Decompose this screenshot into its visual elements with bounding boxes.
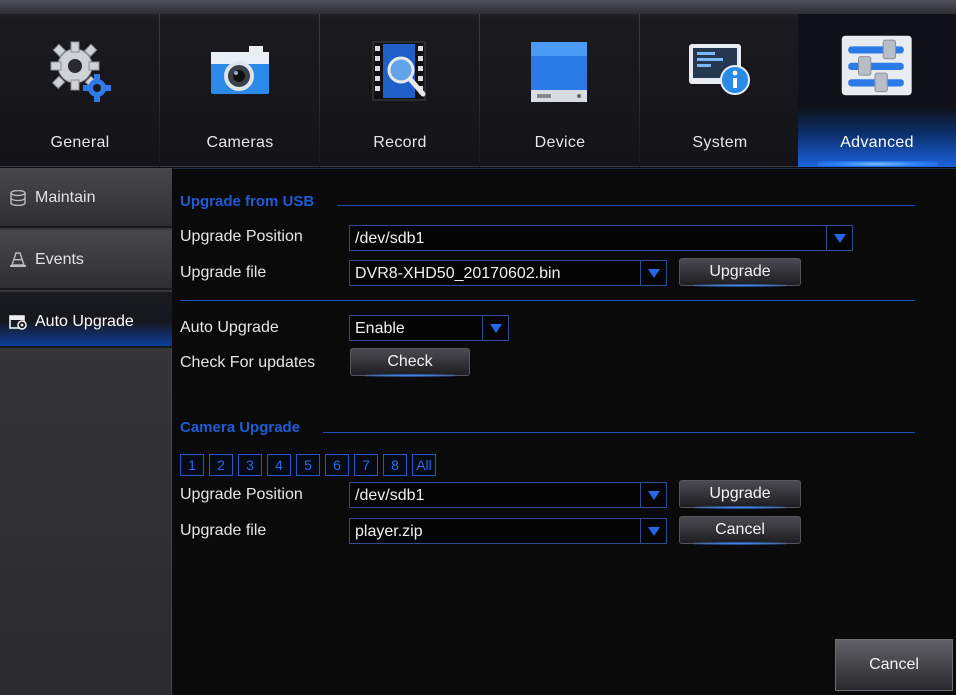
auto-upgrade-panel: Upgrade from USB Upgrade Position /dev/s… [173, 168, 956, 695]
chevron-down-icon[interactable] [482, 316, 508, 340]
tab-cameras[interactable]: Cameras [160, 14, 320, 167]
warning-cone-icon [10, 252, 26, 267]
channel-4-checkbox[interactable]: 4 [267, 454, 291, 476]
sidebar: Maintain Events Auto Upgrade [0, 168, 172, 695]
camera-upgrade-file-value: player.zip [355, 523, 423, 540]
camera-upgrade-title: Camera Upgrade [180, 419, 301, 436]
usb-upgrade-button[interactable]: Upgrade [679, 258, 801, 287]
top-navigation: General Cameras Record Device System Adv… [0, 0, 956, 167]
system-info-icon [689, 44, 750, 95]
sidebar-item-auto-upgrade[interactable]: Auto Upgrade [0, 292, 172, 348]
camera-cancel-button-label: Cancel [715, 521, 765, 538]
camera-cancel-button[interactable]: Cancel [679, 516, 801, 545]
button-glow [365, 374, 455, 377]
usb-upgrade-file-label: Upgrade file [180, 264, 267, 281]
tab-advanced-label: Advanced [840, 134, 914, 151]
tab-general[interactable]: General [0, 14, 160, 167]
tab-advanced[interactable]: Advanced [798, 14, 956, 167]
sidebar-item-label: Maintain [35, 189, 96, 206]
channel-5-checkbox[interactable]: 5 [296, 454, 320, 476]
gear-icon [50, 41, 111, 102]
channel-8-checkbox[interactable]: 8 [383, 454, 407, 476]
auto-upgrade-label: Auto Upgrade [180, 319, 279, 336]
cancel-button[interactable]: Cancel [835, 639, 953, 691]
sidebar-item-label: Events [35, 251, 84, 268]
chevron-down-icon[interactable] [640, 519, 666, 543]
camera-upgrade-button[interactable]: Upgrade [679, 480, 801, 509]
usb-upgrade-title: Upgrade from USB [180, 193, 315, 210]
section-divider [337, 205, 915, 206]
usb-upgrade-position-value: /dev/sdb1 [355, 230, 425, 247]
tab-cameras-label: Cameras [206, 134, 274, 151]
camera-upgrade-button-label: Upgrade [709, 485, 771, 502]
button-glow [694, 284, 786, 287]
sliders-icon [841, 35, 912, 96]
record-film-icon [372, 41, 426, 101]
tab-record-label: Record [373, 134, 427, 151]
channel-6-checkbox[interactable]: 6 [325, 454, 349, 476]
tab-device[interactable]: Device [480, 14, 640, 167]
usb-upgrade-button-label: Upgrade [709, 263, 771, 280]
section-divider [180, 300, 915, 301]
auto-upgrade-value: Enable [355, 320, 405, 337]
button-glow [694, 542, 786, 545]
usb-upgrade-file-select[interactable]: DVR8-XHD50_20170602.bin [349, 260, 667, 286]
tab-system-label: System [692, 134, 748, 151]
tab-system[interactable]: System [640, 14, 800, 167]
tab-record[interactable]: Record [320, 14, 480, 167]
top-rim [0, 0, 956, 14]
channel-1-checkbox[interactable]: 1 [180, 454, 204, 476]
camera-upgrade-file-label: Upgrade file [180, 522, 267, 539]
usb-upgrade-position-select[interactable]: /dev/sdb1 [349, 225, 853, 251]
camera-upgrade-position-label: Upgrade Position [180, 486, 303, 503]
database-icon [10, 190, 26, 206]
chevron-down-icon[interactable] [826, 226, 852, 250]
usb-upgrade-position-label: Upgrade Position [180, 228, 303, 245]
channel-7-checkbox[interactable]: 7 [354, 454, 378, 476]
tab-device-label: Device [534, 134, 586, 151]
auto-upgrade-select[interactable]: Enable [349, 315, 509, 341]
camera-icon [211, 46, 269, 94]
channel-all-checkbox[interactable]: All [412, 454, 436, 476]
sidebar-item-events[interactable]: Events [0, 230, 172, 290]
tab-general-label: General [50, 134, 110, 151]
upgrade-icon [9, 315, 27, 330]
check-button-label: Check [387, 353, 433, 370]
chevron-down-icon[interactable] [640, 261, 666, 285]
check-updates-label: Check For updates [180, 354, 316, 371]
camera-upgrade-position-select[interactable]: /dev/sdb1 [349, 482, 667, 508]
sidebar-item-label: Auto Upgrade [35, 313, 134, 330]
section-divider [323, 432, 915, 433]
usb-upgrade-file-value: DVR8-XHD50_20170602.bin [355, 265, 561, 282]
check-button[interactable]: Check [350, 348, 470, 377]
camera-upgrade-file-select[interactable]: player.zip [349, 518, 667, 544]
button-glow [694, 506, 786, 509]
chevron-down-icon[interactable] [640, 483, 666, 507]
camera-upgrade-position-value: /dev/sdb1 [355, 487, 425, 504]
channel-3-checkbox[interactable]: 3 [238, 454, 262, 476]
hard-drive-icon [531, 42, 587, 102]
sidebar-item-maintain[interactable]: Maintain [0, 168, 172, 228]
active-tab-glow [818, 161, 938, 167]
channel-2-checkbox[interactable]: 2 [209, 454, 233, 476]
